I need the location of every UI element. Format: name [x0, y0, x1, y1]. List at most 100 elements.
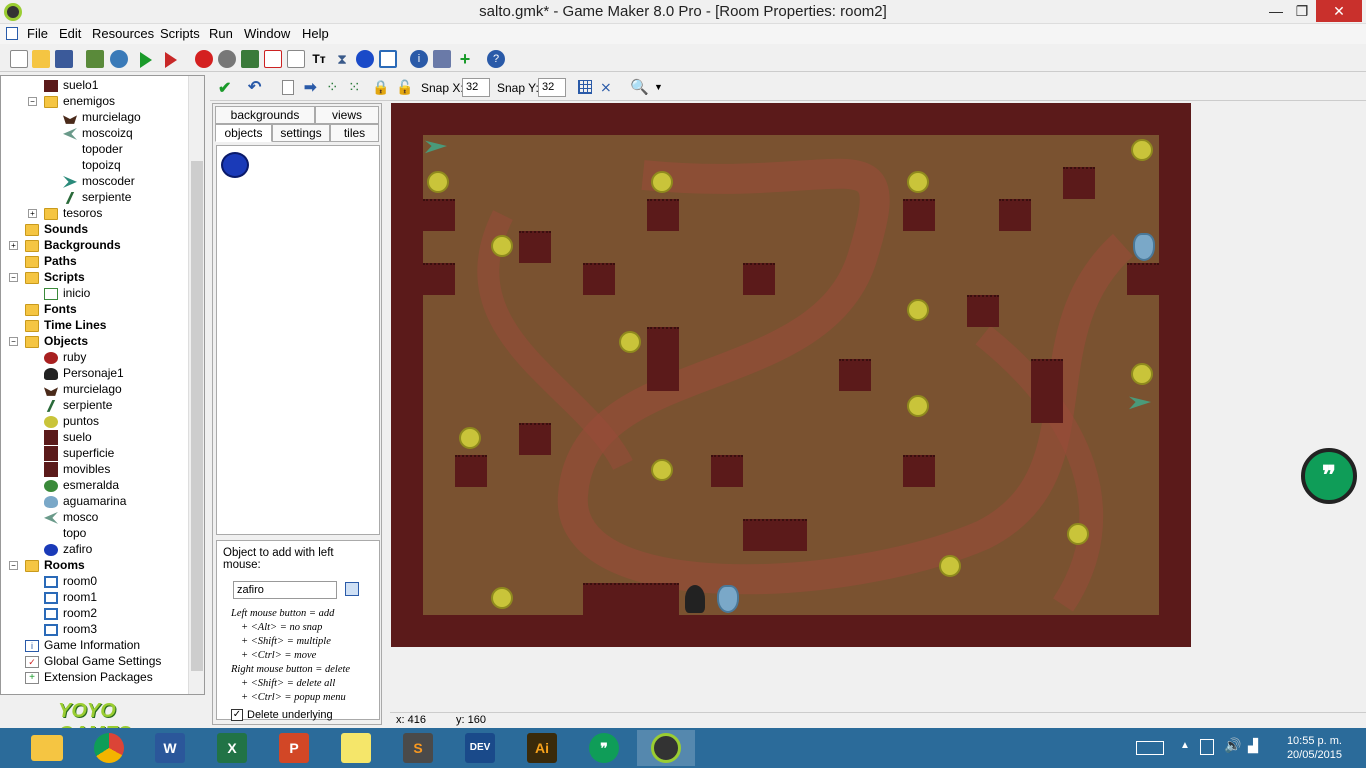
hangouts-chat-bubble[interactable]: ❞ [1301, 448, 1357, 504]
tree-item-topo[interactable]: topo [44, 525, 86, 541]
shift-instances-icon[interactable]: ➡ [304, 78, 317, 96]
tab-settings[interactable]: settings [272, 124, 330, 142]
tree-item-objects[interactable]: Objects [25, 333, 88, 349]
collapse-toggle[interactable]: − [9, 561, 18, 570]
tree-item-enemigos[interactable]: enemigos [44, 93, 115, 109]
zoom-dropdown-arrow-icon[interactable]: ▼ [654, 82, 663, 92]
help-icon[interactable]: ? [487, 50, 505, 68]
tree-item-rooms[interactable]: Rooms [25, 557, 85, 573]
tree-item-obj-murcielago[interactable]: murcielago [44, 381, 122, 397]
collapse-toggle[interactable]: − [9, 273, 18, 282]
tree-item-suelo[interactable]: suelo [44, 429, 92, 446]
taskbar-sticky-notes-icon[interactable] [327, 730, 385, 766]
open-folder-icon[interactable] [32, 50, 50, 68]
battery-icon[interactable] [1200, 739, 1214, 755]
tree-item-paths[interactable]: Paths [25, 253, 77, 269]
tab-backgrounds[interactable]: backgrounds [215, 106, 315, 124]
tab-objects[interactable]: objects [215, 124, 272, 142]
tree-item-moscoder[interactable]: moscoder [63, 173, 135, 189]
game-settings-icon[interactable] [433, 50, 451, 68]
isometric-grid-icon[interactable]: ⨯ [600, 79, 612, 96]
create-room-icon[interactable] [379, 50, 397, 68]
tree-item-movibles[interactable]: movibles [44, 461, 110, 478]
publish-icon[interactable] [110, 50, 128, 68]
menu-resources[interactable]: Resources [92, 26, 154, 41]
tree-item-inicio[interactable]: inicio [44, 285, 90, 301]
taskbar-powerpoint-icon[interactable]: P [265, 730, 323, 766]
volume-icon[interactable]: 🔊 [1224, 737, 1241, 754]
create-timeline-icon[interactable]: ⧗ [333, 50, 351, 68]
tree-item-room3[interactable]: room3 [44, 621, 97, 637]
sort-x-icon[interactable]: ⁘ [326, 78, 339, 96]
extensions-icon[interactable]: + [456, 50, 474, 68]
menu-help[interactable]: Help [302, 26, 329, 41]
tree-item-suelo1[interactable]: suelo1 [44, 77, 98, 93]
game-info-icon[interactable]: i [410, 50, 428, 68]
tree-item-aguamarina[interactable]: aguamarina [44, 493, 126, 509]
system-clock[interactable]: 10:55 p. m. 20/05/2015 [1287, 734, 1342, 762]
tree-item-backgrounds[interactable]: Backgrounds [25, 237, 121, 253]
create-background-icon[interactable] [241, 50, 259, 68]
tree-item-personaje1[interactable]: Personaje1 [44, 365, 124, 381]
keyboard-icon[interactable] [1136, 741, 1164, 755]
taskbar-sublime-icon[interactable]: S [389, 730, 447, 766]
taskbar-word-icon[interactable]: W [141, 730, 199, 766]
close-button[interactable]: ✕ [1316, 0, 1362, 22]
tab-views[interactable]: views [315, 106, 379, 124]
taskbar-illustrator-icon[interactable]: Ai [513, 730, 571, 766]
tab-tiles[interactable]: tiles [330, 124, 379, 142]
tree-item-room0[interactable]: room0 [44, 573, 97, 589]
menu-edit[interactable]: Edit [59, 26, 81, 41]
menu-window[interactable]: Window [244, 26, 290, 41]
menu-file[interactable]: File [27, 26, 48, 41]
tree-item-puntos[interactable]: puntos [44, 413, 99, 429]
tree-item-topoizq[interactable]: topoizq [63, 157, 121, 173]
create-object-icon[interactable] [356, 50, 374, 68]
create-font-icon[interactable]: Tт [310, 50, 328, 68]
tree-item-ruby[interactable]: ruby [44, 349, 86, 365]
tree-item-obj-serpiente[interactable]: serpiente [44, 397, 112, 413]
collapse-toggle[interactable]: − [28, 97, 37, 106]
delete-underlying-row[interactable]: ✓ Delete underlying [231, 709, 373, 721]
tree-item-tesoros[interactable]: tesoros [44, 205, 102, 221]
snap-x-input[interactable]: 32 [462, 78, 490, 97]
run-icon[interactable] [140, 52, 152, 68]
grid-toggle-icon[interactable] [578, 80, 592, 94]
delete-underlying-checkbox[interactable]: ✓ [231, 709, 243, 721]
tree-item-moscoizq[interactable]: moscoizq [63, 125, 133, 141]
taskbar-devcpp-icon[interactable]: DEV [451, 730, 509, 766]
tree-item-timelines[interactable]: Time Lines [25, 317, 106, 333]
taskbar-gamemaker-icon[interactable] [637, 730, 695, 766]
save-icon[interactable] [55, 50, 73, 68]
object-select-input[interactable]: zafiro [233, 581, 337, 599]
expand-toggle[interactable]: + [28, 209, 37, 218]
create-sound-icon[interactable] [218, 50, 236, 68]
tree-item-zafiro[interactable]: zafiro [44, 541, 92, 557]
taskbar-chrome-icon[interactable] [80, 730, 138, 766]
expand-toggle[interactable]: + [9, 241, 18, 250]
clear-room-icon[interactable] [282, 80, 294, 95]
undo-icon[interactable]: ↶ [248, 77, 261, 97]
tree-item-fonts[interactable]: Fonts [25, 301, 77, 317]
tree-scrollbar[interactable] [188, 76, 204, 694]
zoom-icon[interactable]: 🔍 [630, 78, 649, 96]
show-hidden-icons-icon[interactable]: ▲ [1180, 740, 1190, 751]
taskbar-hangouts-icon[interactable]: ❞ [575, 730, 633, 766]
tree-item-scripts[interactable]: Scripts [25, 269, 85, 285]
tree-item-room1[interactable]: room1 [44, 589, 97, 605]
create-script-icon[interactable] [287, 50, 305, 68]
create-sprite-icon[interactable] [195, 50, 213, 68]
sort-y-icon[interactable]: ⁙ [348, 78, 361, 96]
tree-item-superficie[interactable]: superficie [44, 445, 114, 462]
mdi-doc-icon[interactable] [6, 27, 18, 40]
create-path-icon[interactable] [264, 50, 282, 68]
collapse-toggle[interactable]: − [9, 337, 18, 346]
taskbar-excel-icon[interactable]: X [203, 730, 261, 766]
menu-scripts[interactable]: Scripts [160, 26, 200, 41]
tree-item-sounds[interactable]: Sounds [25, 221, 88, 237]
tree-item-serpiente[interactable]: serpiente [63, 189, 131, 205]
resource-tree[interactable]: suelo1 − enemigos murcielago moscoizq to… [0, 75, 205, 695]
scrollbar-thumb[interactable] [191, 161, 203, 671]
snap-y-input[interactable]: 32 [538, 78, 566, 97]
debug-run-icon[interactable] [165, 52, 177, 68]
